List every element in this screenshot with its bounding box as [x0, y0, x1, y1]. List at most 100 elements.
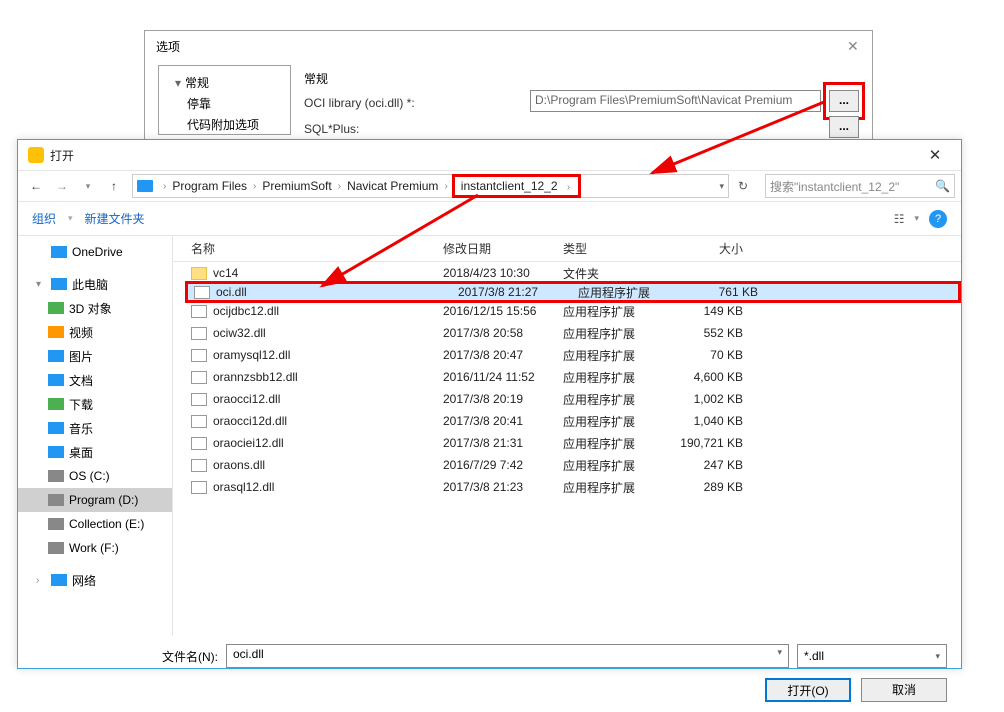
open-file-dialog: 打开 ✕ ← → ▾ ↑ › Program Files › PremiumSo…: [17, 139, 962, 669]
dropdown-icon[interactable]: ▾: [777, 647, 782, 658]
chevron-right-icon: ›: [440, 181, 451, 192]
search-input[interactable]: 搜索"instantclient_12_2" 🔍: [765, 174, 955, 198]
file-type: 应用程序扩展: [563, 413, 673, 430]
file-type: 应用程序扩展: [563, 347, 673, 364]
sidebar-item-documents[interactable]: 文档: [18, 368, 172, 392]
sidebar-item-drive-c[interactable]: OS (C:): [18, 464, 172, 488]
file-date: 2017/3/8 20:41: [443, 414, 563, 428]
file-row[interactable]: oraons.dll2016/7/29 7:42应用程序扩展247 KB: [173, 454, 961, 476]
file-type: 应用程序扩展: [563, 479, 673, 496]
header-name[interactable]: 名称: [173, 240, 443, 257]
oci-library-input[interactable]: D:\Program Files\PremiumSoft\Navicat Pre…: [530, 90, 821, 112]
sidebar-item-downloads[interactable]: 下载: [18, 392, 172, 416]
file-date: 2017/3/8 21:31: [443, 436, 563, 450]
sqlplus-browse-button[interactable]: ...: [829, 116, 859, 138]
file-icon: [191, 327, 207, 340]
oci-browse-button[interactable]: ...: [829, 90, 859, 112]
file-type: 应用程序扩展: [563, 435, 673, 452]
chevron-right-icon: ›: [249, 181, 260, 192]
tree-item-general[interactable]: ▾常规: [163, 72, 286, 93]
file-row[interactable]: oramysql12.dll2017/3/8 20:47应用程序扩展70 KB: [173, 344, 961, 366]
tree-item-dock[interactable]: 停靠: [163, 93, 286, 114]
sidebar-item-drive-d[interactable]: Program (D:): [18, 488, 172, 512]
file-size: 761 KB: [688, 285, 768, 299]
breadcrumb[interactable]: › Program Files › PremiumSoft › Navicat …: [132, 174, 729, 198]
file-list: 名称 修改日期 类型 大小 vc142018/4/23 10:30文件夹oci.…: [173, 236, 961, 636]
sidebar-item-drive-e[interactable]: Collection (E:): [18, 512, 172, 536]
breadcrumb-item[interactable]: instantclient_12_2: [459, 179, 560, 193]
file-row[interactable]: ociw32.dll2017/3/8 20:58应用程序扩展552 KB: [173, 322, 961, 344]
options-title: 选项: [156, 38, 180, 55]
sidebar-item-drive-f[interactable]: Work (F:): [18, 536, 172, 560]
file-size: 247 KB: [673, 458, 753, 472]
file-size: 149 KB: [673, 304, 753, 318]
chevron-right-icon: ›: [334, 181, 345, 192]
close-icon[interactable]: ✕: [915, 146, 955, 164]
file-type: 文件夹: [563, 265, 673, 282]
new-folder-button[interactable]: 新建文件夹: [85, 210, 145, 227]
oci-library-label: OCI library (oci.dll) *:: [304, 96, 415, 110]
breadcrumb-dropdown-icon[interactable]: ▾: [719, 181, 724, 192]
sidebar-item-desktop[interactable]: 桌面: [18, 440, 172, 464]
chevron-right-icon: ›: [159, 181, 170, 192]
chevron-down-icon: ▾: [68, 213, 73, 224]
file-size: 552 KB: [673, 326, 753, 340]
sidebar-item-3d[interactable]: 3D 对象: [18, 296, 172, 320]
header-type[interactable]: 类型: [563, 240, 673, 257]
breadcrumb-item[interactable]: PremiumSoft: [260, 179, 333, 193]
file-size: 190,721 KB: [673, 436, 753, 450]
file-date: 2017/3/8 20:47: [443, 348, 563, 362]
refresh-button[interactable]: ↻: [731, 179, 755, 193]
cancel-button[interactable]: 取消: [861, 678, 947, 702]
nav-back-button[interactable]: ←: [24, 174, 48, 198]
chevron-down-icon[interactable]: ▾: [914, 213, 919, 224]
breadcrumb-item[interactable]: Navicat Premium: [345, 179, 440, 193]
file-date: 2017/3/8 20:19: [443, 392, 563, 406]
file-date: 2017/3/8 20:58: [443, 326, 563, 340]
help-icon[interactable]: ?: [929, 210, 947, 228]
file-name: oraocci12.dll: [213, 392, 280, 406]
options-close-icon[interactable]: ✕: [847, 38, 859, 55]
organize-menu[interactable]: 组织: [32, 210, 56, 227]
file-date: 2016/12/15 15:56: [443, 304, 563, 318]
file-icon: [191, 349, 207, 362]
file-filter-select[interactable]: *.dll▾: [797, 644, 947, 668]
file-icon: [191, 393, 207, 406]
file-row[interactable]: ocijdbc12.dll2016/12/15 15:56应用程序扩展149 K…: [173, 300, 961, 322]
chevron-right-icon: ›: [36, 575, 46, 586]
file-name: oci.dll: [216, 285, 247, 299]
search-icon: 🔍: [935, 179, 950, 193]
header-size[interactable]: 大小: [673, 240, 753, 257]
file-name: ocijdbc12.dll: [213, 304, 279, 318]
sidebar-item-onedrive[interactable]: OneDrive: [18, 240, 172, 264]
filename-label: 文件名(N):: [32, 648, 218, 665]
file-row[interactable]: oraocci12d.dll2017/3/8 20:41应用程序扩展1,040 …: [173, 410, 961, 432]
header-date[interactable]: 修改日期: [443, 240, 563, 257]
view-options-icon[interactable]: ☷: [894, 212, 905, 226]
file-icon: [191, 415, 207, 428]
file-size: 1,040 KB: [673, 414, 753, 428]
nav-up-button[interactable]: ↑: [102, 174, 126, 198]
sqlplus-label: SQL*Plus:: [304, 122, 359, 136]
file-row[interactable]: oraociei12.dll2017/3/8 21:31应用程序扩展190,72…: [173, 432, 961, 454]
file-type: 应用程序扩展: [578, 284, 688, 301]
chevron-right-icon: ›: [563, 182, 574, 193]
file-date: 2018/4/23 10:30: [443, 266, 563, 280]
file-row[interactable]: orannzsbb12.dll2016/11/24 11:52应用程序扩展4,6…: [173, 366, 961, 388]
nav-recent-dropdown[interactable]: ▾: [76, 174, 100, 198]
tree-item-code-addon[interactable]: 代码附加选项: [163, 114, 286, 135]
file-row[interactable]: orasql12.dll2017/3/8 21:23应用程序扩展289 KB: [173, 476, 961, 498]
sidebar-item-thispc[interactable]: ▾此电脑: [18, 272, 172, 296]
sidebar-item-pictures[interactable]: 图片: [18, 344, 172, 368]
filename-input[interactable]: oci.dll▾: [226, 644, 789, 668]
sidebar-item-music[interactable]: 音乐: [18, 416, 172, 440]
nav-forward-button[interactable]: →: [50, 174, 74, 198]
file-size: 4,600 KB: [673, 370, 753, 384]
breadcrumb-item[interactable]: Program Files: [170, 179, 249, 193]
highlight-annotation: instantclient_12_2 ›: [452, 174, 581, 198]
sidebar-item-network[interactable]: ›网络: [18, 568, 172, 592]
open-button[interactable]: 打开(O): [765, 678, 851, 702]
file-type: 应用程序扩展: [563, 391, 673, 408]
file-row[interactable]: oraocci12.dll2017/3/8 20:19应用程序扩展1,002 K…: [173, 388, 961, 410]
sidebar-item-videos[interactable]: 视频: [18, 320, 172, 344]
